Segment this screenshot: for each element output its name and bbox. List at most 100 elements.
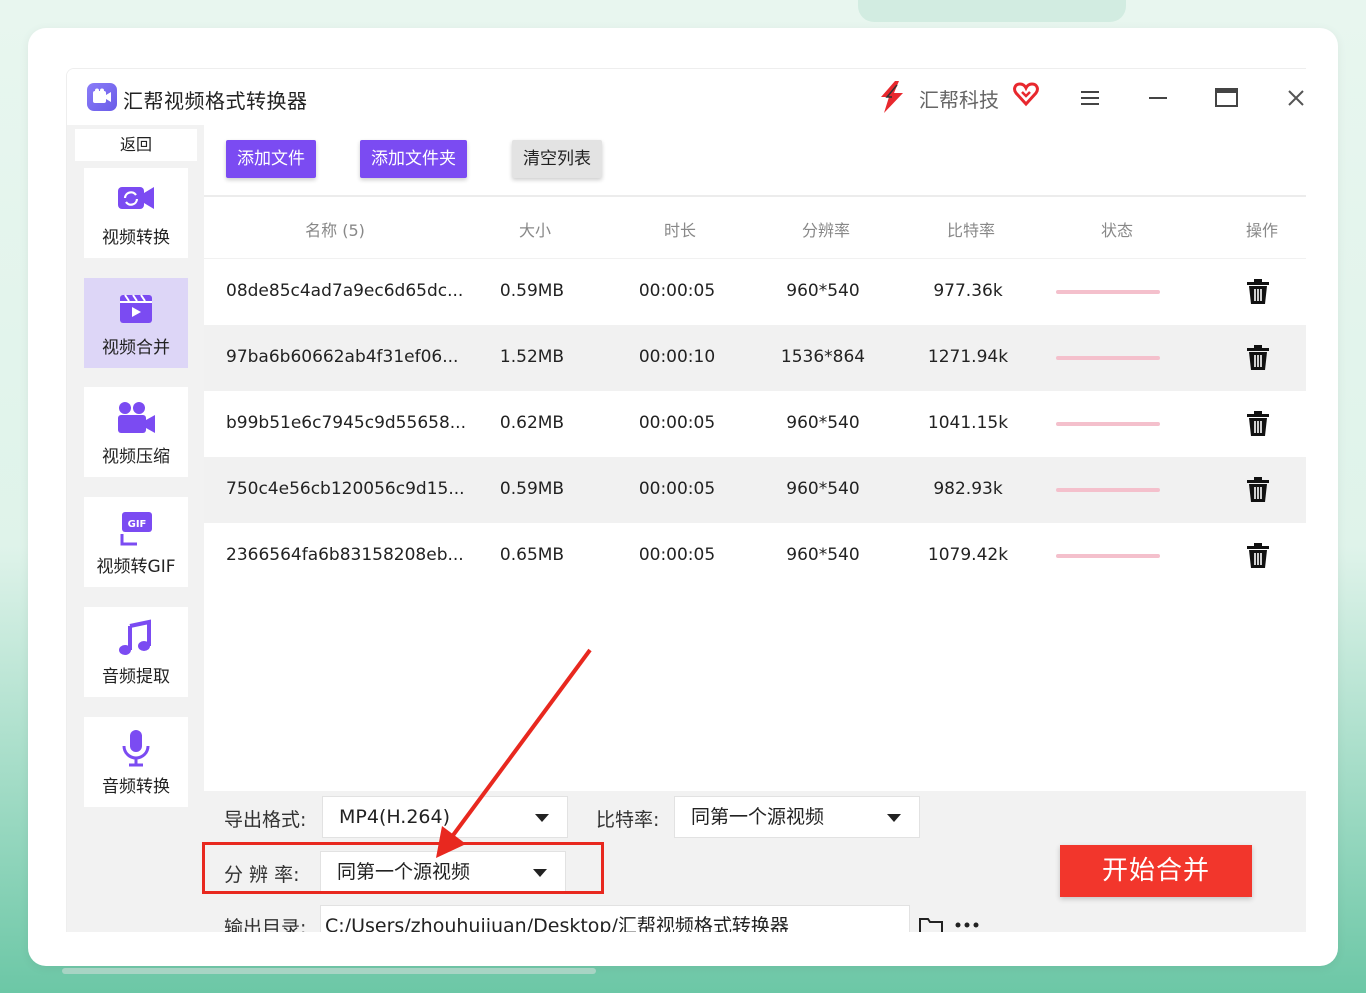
add-file-button[interactable]: 添加文件 [226, 140, 316, 178]
sidebar-item-audio-extract[interactable]: 音频提取 [84, 607, 188, 697]
cell-size: 0.59MB [499, 281, 565, 301]
cell-size: 0.65MB [499, 545, 565, 565]
output-dir-input[interactable]: C:/Users/zhouhuijuan/Desktop/汇帮视频格式转换器 [320, 905, 910, 932]
sidebar-item-video-convert[interactable]: 视频转换 [84, 168, 188, 258]
minimize-icon[interactable] [1144, 83, 1174, 113]
back-button[interactable]: 返回 [75, 129, 197, 161]
trash-icon[interactable] [1246, 477, 1270, 503]
cell-duration: 00:00:05 [638, 545, 716, 565]
bitrate-label: 比特率: [596, 809, 660, 831]
cell-resolution: 1536*864 [780, 347, 866, 367]
start-merge-button[interactable]: 开始合并 [1060, 845, 1252, 897]
brand-name: 汇帮科技 [919, 88, 999, 112]
status-progress-bar [1056, 290, 1160, 294]
cell-duration: 00:00:05 [638, 413, 716, 433]
annotation-highlight-box [202, 842, 604, 894]
title-bar: 汇帮视频格式转换器 汇帮科技 [67, 69, 1306, 125]
cell-resolution: 960*540 [786, 479, 860, 499]
menu-icon[interactable] [1076, 83, 1106, 113]
app-title: 汇帮视频格式转换器 [123, 89, 308, 113]
cell-name: b99b51e6c7945c9d55658... [226, 413, 466, 433]
close-icon[interactable] [1281, 83, 1306, 113]
music-note-icon [119, 619, 151, 655]
header-resolution[interactable]: 分辨率 [802, 217, 850, 241]
header-name[interactable]: 名称 (5) [305, 217, 365, 241]
output-dir-value: C:/Users/zhouhuijuan/Desktop/汇帮视频格式转换器 [325, 915, 789, 932]
video-compress-icon [118, 401, 155, 433]
status-progress-bar [1056, 554, 1160, 558]
sidebar-item-label: 音频转换 [102, 776, 170, 797]
microphone-icon [122, 729, 150, 766]
status-progress-bar [1056, 488, 1160, 492]
cell-bitrate: 977.36k [933, 281, 1003, 301]
sidebar-item-video-merge[interactable]: 视频合并 [84, 278, 188, 368]
sidebar-item-label: 视频压缩 [102, 446, 170, 467]
video-convert-icon [118, 186, 154, 209]
cell-size: 0.59MB [499, 479, 565, 499]
trash-icon[interactable] [1246, 345, 1270, 371]
cell-bitrate: 1079.42k [927, 545, 1009, 565]
table-row[interactable]: 2366564fa6b83158208eb... 0.65MB 00:00:05… [204, 523, 1306, 589]
format-select[interactable]: MP4(H.264) [322, 796, 568, 838]
horizontal-scrollbar[interactable] [62, 968, 596, 974]
chevron-down-icon [535, 814, 549, 822]
brand-logo-icon [881, 81, 903, 113]
sidebar: 返回 视频转换 视频合并 视频压缩 GIF 视频转GIF 音频提取 音频转换 [67, 125, 204, 932]
cell-duration: 00:00:05 [638, 281, 716, 301]
bitrate-select[interactable]: 同第一个源视频 [674, 796, 920, 838]
folder-icon[interactable] [918, 915, 944, 932]
header-size[interactable]: 大小 [519, 217, 551, 241]
table-row[interactable]: 97ba6b60662ab4f31ef06... 1.52MB 00:00:10… [204, 325, 1306, 391]
background-tab [858, 0, 1126, 22]
cell-name: 97ba6b60662ab4f31ef06... [226, 347, 459, 367]
sidebar-item-audio-convert[interactable]: 音频转换 [84, 717, 188, 807]
format-label: 导出格式: [224, 809, 307, 831]
trash-icon[interactable] [1246, 279, 1270, 305]
heart-badge-icon [1013, 82, 1039, 107]
sidebar-item-label: 视频合并 [102, 337, 170, 358]
bitrate-value: 同第一个源视频 [691, 806, 825, 828]
app-logo-icon [87, 83, 117, 111]
cell-resolution: 960*540 [786, 413, 860, 433]
cell-size: 0.62MB [499, 413, 565, 433]
table-row[interactable]: 750c4e56cb120056c9d15... 0.59MB 00:00:05… [204, 457, 1306, 523]
cell-name: 750c4e56cb120056c9d15... [226, 479, 465, 499]
gif-icon: GIF [120, 511, 152, 545]
add-folder-button[interactable]: 添加文件夹 [360, 140, 467, 178]
cell-bitrate: 1271.94k [927, 347, 1009, 367]
header-bitrate[interactable]: 比特率 [947, 217, 995, 241]
trash-icon[interactable] [1246, 411, 1270, 437]
cell-resolution: 960*540 [786, 281, 860, 301]
cell-name: 2366564fa6b83158208eb... [226, 545, 464, 565]
clear-list-button[interactable]: 清空列表 [512, 140, 602, 178]
cell-resolution: 960*540 [786, 545, 860, 565]
cell-bitrate: 1041.15k [927, 413, 1009, 433]
status-progress-bar [1056, 356, 1160, 360]
toolbar: 添加文件 添加文件夹 清空列表 [204, 125, 1306, 195]
sidebar-item-video-compress[interactable]: 视频压缩 [84, 387, 188, 477]
video-merge-icon [120, 293, 152, 323]
table-row[interactable]: b99b51e6c7945c9d55658... 0.62MB 00:00:05… [204, 391, 1306, 457]
format-value: MP4(H.264) [339, 806, 451, 828]
trash-icon[interactable] [1246, 543, 1270, 569]
cell-duration: 00:00:10 [638, 347, 716, 367]
status-progress-bar [1056, 422, 1160, 426]
output-dir-label: 输出目录: [224, 917, 307, 932]
header-status: 状态 [1100, 221, 1134, 240]
file-table: 名称 (5) 大小 时长 分辨率 比特率 状态 操作 08de85c4ad7a9… [204, 195, 1306, 791]
app-window: 汇帮视频格式转换器 汇帮科技 返回 视频转换 视频合并 视频压缩 GIF 视频转… [66, 68, 1306, 932]
sidebar-item-label: 视频转GIF [96, 556, 176, 577]
cell-duration: 00:00:05 [638, 479, 716, 499]
more-options-icon[interactable] [954, 921, 980, 929]
svg-text:GIF: GIF [128, 519, 147, 530]
chevron-down-icon [887, 814, 901, 822]
header-duration[interactable]: 时长 [664, 217, 696, 241]
header-action: 操作 [1245, 221, 1279, 240]
sidebar-item-label: 音频提取 [102, 666, 170, 687]
table-header: 名称 (5) 大小 时长 分辨率 比特率 状态 操作 [204, 195, 1306, 259]
table-row[interactable]: 08de85c4ad7a9ec6d65dc... 0.59MB 00:00:05… [204, 259, 1306, 325]
cell-name: 08de85c4ad7a9ec6d65dc... [226, 281, 464, 301]
sidebar-item-video-gif[interactable]: GIF 视频转GIF [84, 497, 188, 587]
maximize-icon[interactable] [1212, 83, 1242, 113]
sidebar-item-label: 视频转换 [102, 227, 170, 248]
